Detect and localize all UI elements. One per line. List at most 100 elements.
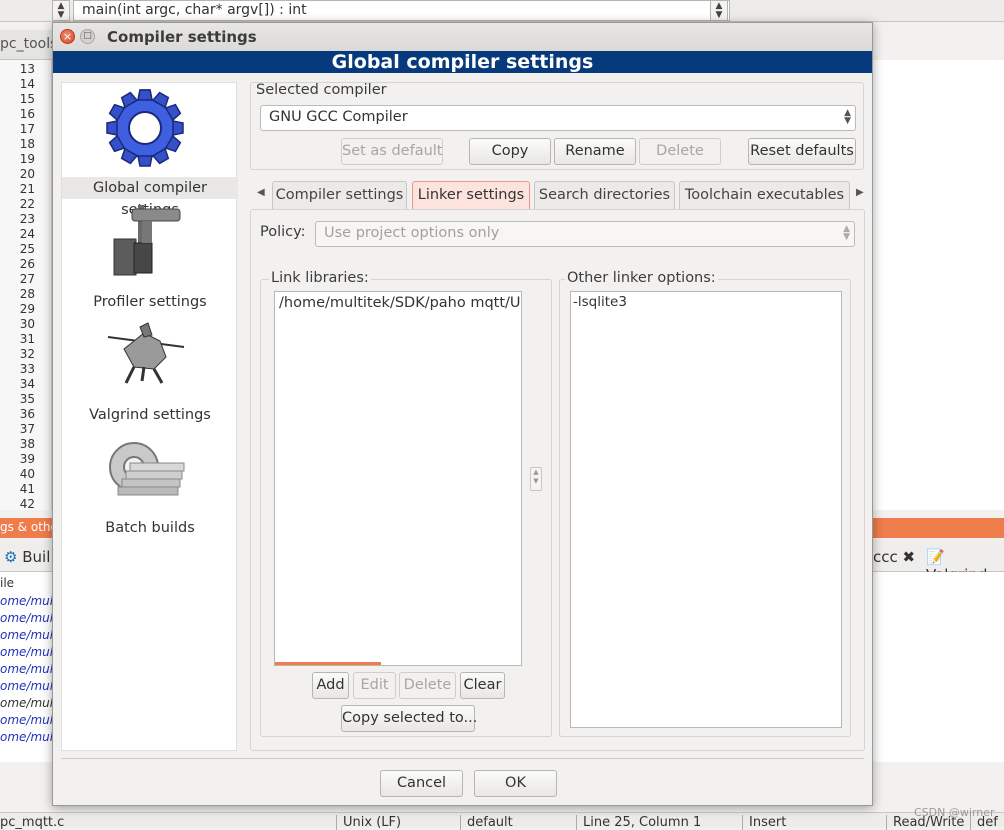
set-as-default-button[interactable]: Set as default <box>341 138 443 165</box>
line-number: 29 <box>19 302 35 316</box>
line-number: 41 <box>19 482 35 496</box>
gear-tooth <box>172 120 184 136</box>
log-tab-build[interactable]: ⚙ Buil <box>4 548 50 566</box>
category-global-compiler[interactable]: Global compiler settings <box>62 177 238 218</box>
log-column-header: ile <box>0 576 15 590</box>
log-line[interactable]: ome/mult <box>0 713 58 727</box>
log-line[interactable]: ome/mult <box>0 662 58 676</box>
build-log-icon: ⚙ <box>4 548 18 566</box>
dialog-title: Compiler settings <box>107 28 257 46</box>
line-number: 16 <box>19 107 35 121</box>
log-panel-right <box>873 572 1004 762</box>
log-line[interactable]: ome/mult <box>0 696 58 710</box>
caliper-icon[interactable] <box>112 203 182 279</box>
tab-scroll-right-icon[interactable]: ▶ <box>856 187 864 198</box>
chevron-updown-icon: ▲ ▼ <box>844 108 851 126</box>
splitter-handle[interactable]: ▲ ▼ <box>530 467 542 491</box>
compiler-settings-dialog: × □ Compiler settings Global compiler se… <box>52 22 873 806</box>
close-icon[interactable]: ✖ <box>903 548 916 566</box>
ok-button[interactable]: OK <box>474 770 557 797</box>
status-eol: Unix (LF) <box>336 815 401 830</box>
document-icon: 📝 <box>926 548 945 566</box>
tab-linker-settings[interactable]: Linker settings <box>412 181 530 209</box>
line-number: 18 <box>19 137 35 151</box>
line-number: 28 <box>19 287 35 301</box>
other-linker-options-textarea[interactable]: -lsqlite3 <box>570 291 842 728</box>
line-number: 42 <box>19 497 35 511</box>
rename-button[interactable]: Rename <box>554 138 636 165</box>
status-mode: Insert <box>742 815 786 830</box>
gear-icon[interactable] <box>104 87 186 169</box>
editor-area[interactable] <box>873 60 1004 510</box>
list-item[interactable]: /home/multitek/SDK/paho mqtt/Ur <box>275 292 521 314</box>
cancel-button[interactable]: Cancel <box>380 770 463 797</box>
clear-libraries-button[interactable]: Clear <box>460 672 505 699</box>
function-combo[interactable]: main(int argc, char* argv[]) : int <box>73 0 730 21</box>
log-line[interactable]: ome/mult <box>0 679 58 693</box>
line-number: 36 <box>19 407 35 421</box>
gear-tooth <box>106 120 118 136</box>
line-number: 39 <box>19 452 35 466</box>
function-combo-arrow-icon[interactable]: ▲ ▼ <box>710 0 728 21</box>
log-line[interactable]: ome/mult <box>0 594 58 608</box>
log-line[interactable]: ome/mult <box>0 645 58 659</box>
line-number: 23 <box>19 212 35 226</box>
scope-spin-button[interactable]: ▲ ▼ <box>52 0 70 21</box>
compiler-select[interactable]: GNU GCC Compiler ▲ ▼ <box>260 105 856 131</box>
tab-toolchain-executables[interactable]: Toolchain executables <box>679 181 850 209</box>
minimize-window-button[interactable]: □ <box>80 29 95 44</box>
log-tab-cccc[interactable]: ccc ✖ <box>873 548 915 566</box>
delete-compiler-button[interactable]: Delete <box>639 138 721 165</box>
line-number-gutter: 13 14 15 16 17 18 19 20 21 22 23 24 25 26 27 28 29 30 31 32… <box>0 60 52 511</box>
link-libraries-label: Link libraries: <box>269 270 371 286</box>
close-window-button[interactable]: × <box>60 29 75 44</box>
status-bar: pc_mqtt.c Unix (LF) default Line 25, Col… <box>0 812 1004 830</box>
line-number: 24 <box>19 227 35 241</box>
batch-gear-icon[interactable] <box>106 437 186 503</box>
line-number: 32 <box>19 347 35 361</box>
build-log-panel: ile ome/mult ome/mult ome/mult ome/mult ome/… <box>0 572 60 762</box>
log-line[interactable]: ome/mult <box>0 730 58 744</box>
line-number: 34 <box>19 377 35 391</box>
add-library-button[interactable]: Add <box>312 672 349 699</box>
log-line[interactable]: ome/mult <box>0 628 58 642</box>
category-batch-builds[interactable]: Batch builds <box>62 517 238 539</box>
category-valgrind[interactable]: Valgrind settings <box>62 404 238 426</box>
line-number: 19 <box>19 152 35 166</box>
log-line[interactable]: ome/mult <box>0 611 58 625</box>
policy-select[interactable]: Use project options only ▲ ▼ <box>315 221 855 247</box>
line-number: 30 <box>19 317 35 331</box>
line-number: 15 <box>19 92 35 106</box>
edit-library-button[interactable]: Edit <box>353 672 396 699</box>
line-number: 40 <box>19 467 35 481</box>
divider <box>61 758 864 759</box>
delete-library-button[interactable]: Delete <box>399 672 456 699</box>
line-number: 21 <box>19 182 35 196</box>
reset-defaults-button[interactable]: Reset defaults <box>748 138 856 165</box>
chevron-updown-icon: ▲ ▼ <box>843 224 850 242</box>
link-libraries-list[interactable]: /home/multitek/SDK/paho mqtt/Ur <box>274 291 522 666</box>
dialog-header: Global compiler settings <box>53 51 872 73</box>
copy-button[interactable]: Copy <box>469 138 551 165</box>
line-number: 14 <box>19 77 35 91</box>
line-number: 27 <box>19 272 35 286</box>
horizontal-scrollbar[interactable] <box>275 662 381 665</box>
category-list: Global compiler settings Profiler settin… <box>61 82 238 751</box>
tab-search-directories[interactable]: Search directories <box>534 181 675 209</box>
policy-select-value: Use project options only <box>324 225 500 241</box>
status-position: Line 25, Column 1 <box>576 815 701 830</box>
line-number: 26 <box>19 257 35 271</box>
log-tab-cccc-label: ccc <box>873 548 898 566</box>
copy-selected-to-button[interactable]: Copy selected to... <box>341 705 477 732</box>
status-file: pc_mqtt.c <box>0 815 65 830</box>
category-profiler[interactable]: Profiler settings <box>62 291 238 313</box>
watermark: CSDN @wirner <box>914 806 995 819</box>
logs-panel-title: gs & othe <box>0 520 58 534</box>
editor-tab[interactable]: pc_tools <box>0 36 57 52</box>
gear-tooth <box>137 155 153 167</box>
tab-compiler-settings[interactable]: Compiler settings <box>272 181 407 209</box>
line-number: 20 <box>19 167 35 181</box>
knight-icon[interactable] <box>104 319 190 387</box>
policy-label: Policy: <box>260 224 306 240</box>
tab-scroll-left-icon[interactable]: ◀ <box>257 187 265 198</box>
